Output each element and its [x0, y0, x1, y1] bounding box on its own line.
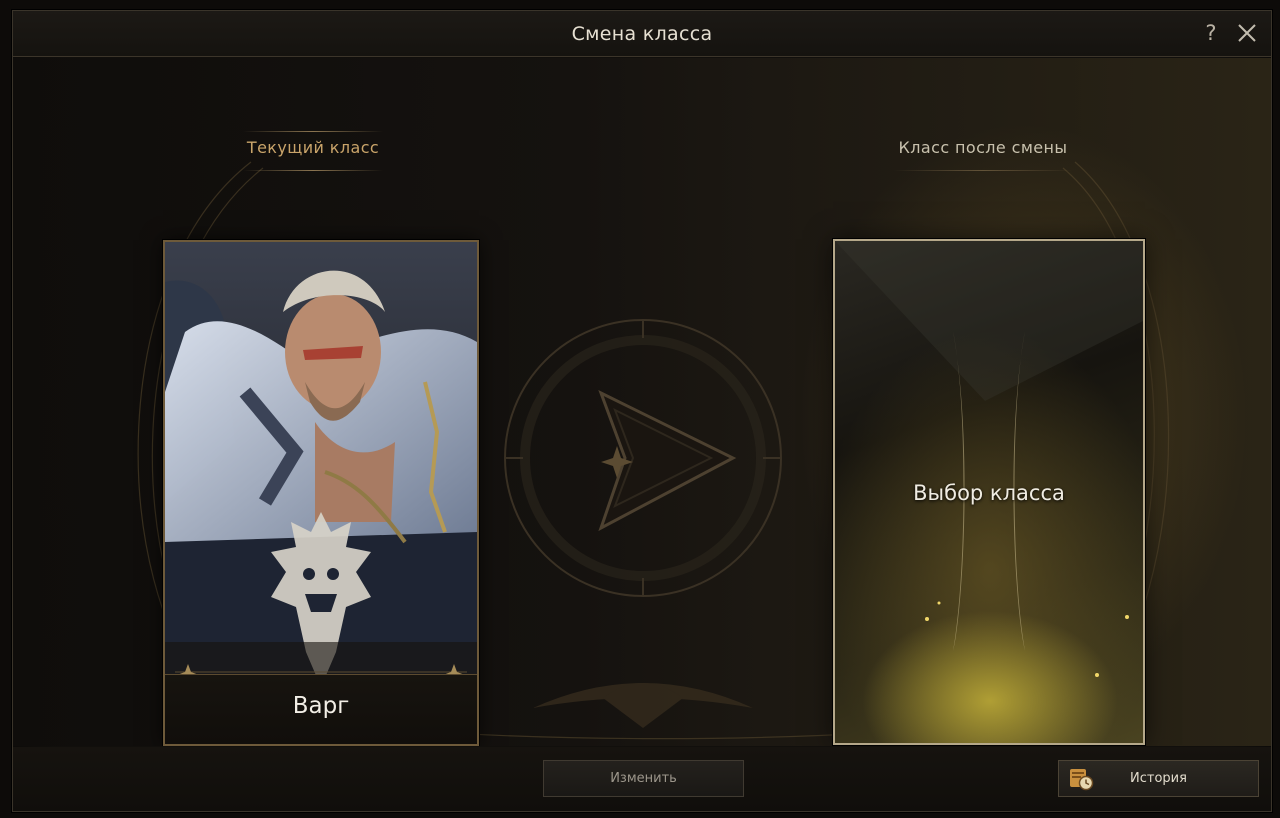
history-label: История [1130, 771, 1187, 786]
class-name-plate: Варг [165, 674, 477, 744]
class-portrait [165, 242, 477, 674]
select-class-card[interactable]: Выбор класса [833, 239, 1145, 745]
action-bar: Изменить История [13, 747, 1271, 811]
target-class-label: Класс после смены [898, 138, 1068, 157]
class-change-window: Смена класса ? Текущий класс Класс после… [12, 10, 1272, 812]
window-title: Смена класса [571, 23, 713, 45]
close-icon [1238, 24, 1256, 42]
history-button[interactable]: История [1058, 760, 1259, 797]
divider [893, 170, 1073, 171]
divider [243, 170, 383, 171]
right-arrow-icon [598, 389, 737, 532]
select-class-text: Выбор класса [913, 481, 1065, 505]
current-class-name: Варг [292, 693, 350, 719]
class-change-stage: Текущий класс Класс после смены Варг Выб… [13, 58, 1271, 746]
scroll-clock-icon [1070, 769, 1094, 791]
current-class-card: Варг [163, 240, 479, 746]
divider [243, 131, 383, 132]
close-button[interactable] [1233, 19, 1261, 47]
title-bar: Смена класса ? [13, 11, 1271, 57]
arrow-emblem [483, 298, 803, 618]
current-class-label: Текущий класс [246, 138, 380, 157]
change-class-button[interactable]: Изменить [543, 760, 744, 797]
help-button[interactable]: ? [1199, 21, 1223, 47]
